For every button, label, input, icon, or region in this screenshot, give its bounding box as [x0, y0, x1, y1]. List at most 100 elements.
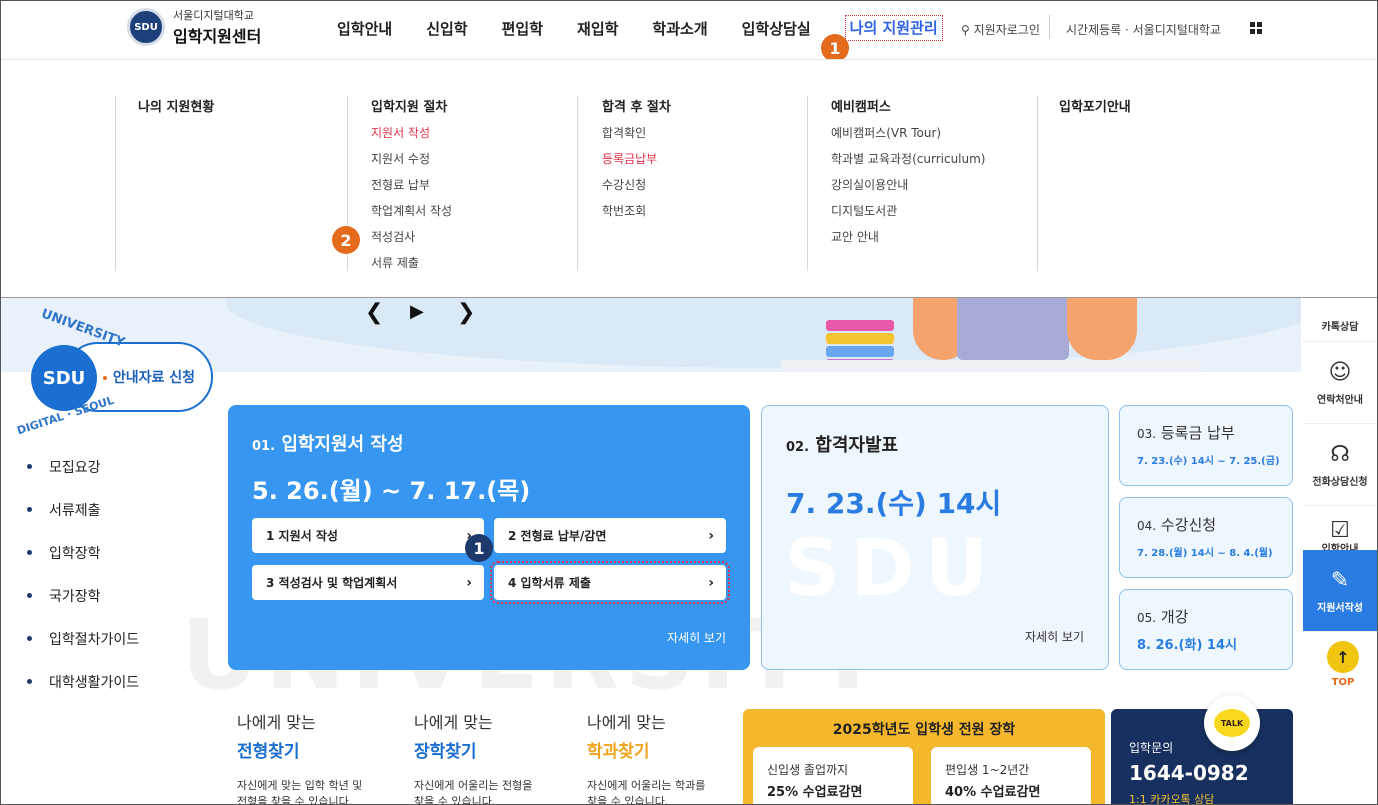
menu-item-aptitude-test[interactable]: 적성검사: [371, 228, 452, 254]
headset-icon: ☊: [1330, 441, 1350, 467]
menu-item-study-plan[interactable]: 학업계획서 작성: [371, 202, 452, 228]
menu-item-student-id[interactable]: 학번조회: [602, 202, 657, 228]
schedule-number: 05.: [1137, 611, 1157, 625]
find-scholarship[interactable]: 나에게 맞는 장학찾기 자신에게 어울리는 전형을 찾을 수 있습니다.: [414, 709, 533, 804]
nav-transfer[interactable]: 편입학: [502, 18, 543, 41]
site-logo[interactable]: SDU 서울디지털대학교 입학지원센터: [127, 7, 261, 47]
chevron-right-icon: ›: [466, 574, 472, 591]
menu-item-submit-documents[interactable]: 서류 제출: [371, 256, 419, 270]
side-menu-guidelines[interactable]: 모집요강: [27, 457, 139, 500]
menu-item-edit-application[interactable]: 지원서 수정: [371, 150, 452, 176]
find-caption: 나에게 맞는: [237, 713, 316, 732]
quick-kakao-consult[interactable]: 카톡상담: [1303, 298, 1377, 342]
util-links[interactable]: 시간제등록 · 서울디지털대학교: [1066, 21, 1221, 38]
schedule-title: 개강: [1160, 608, 1189, 626]
find-title: 장학찾기: [414, 742, 477, 762]
quick-label: 연락처안내: [1317, 394, 1363, 406]
results-date: 7. 23.(수) 14시: [786, 487, 1002, 520]
nav-departments[interactable]: 학과소개: [652, 18, 707, 41]
mega-menu: 나의 지원현황 입학지원 절차 지원서 작성 지원서 수정 전형료 납부 학업계…: [1, 59, 1377, 298]
schedule-date: 8. 26.(화) 14시: [1137, 638, 1237, 653]
write-application-button[interactable]: 1 지원서 작성 ›: [252, 518, 484, 553]
nav-admission-info[interactable]: 입학안내: [337, 18, 392, 41]
aptitude-study-plan-button[interactable]: 3 적성검사 및 학업계획서 ›: [252, 565, 484, 600]
brochure-request-label: 안내자료 신청: [112, 370, 195, 386]
edit-icon: ✎: [1330, 567, 1350, 593]
quick-phone-consult[interactable]: ☊ 전화상담신청: [1303, 424, 1377, 506]
applicant-login-link[interactable]: ⚲ 지원자로그인: [961, 21, 1040, 38]
side-menu-documents[interactable]: 서류제출: [27, 500, 139, 543]
card-title: 입학지원서 작성: [281, 434, 404, 455]
scholarship-banner[interactable]: 2025학년도 입학생 전원 장학 신입생 졸업까지 25% 수업료감면 편입생…: [743, 709, 1105, 804]
find-caption: 나에게 맞는: [414, 713, 493, 732]
card-step-badge: 1: [465, 534, 493, 562]
menu-item-write-application[interactable]: 지원서 작성: [371, 124, 452, 150]
banner-play-icon[interactable]: ▶: [410, 301, 424, 322]
quick-write-application[interactable]: ✎ 지원서작성: [1303, 550, 1377, 632]
page-frame: SDU 서울디지털대학교 입학지원센터 입학안내 신입학 편입학 재입학 학과소…: [0, 0, 1378, 805]
card2-more-link[interactable]: 자세히 보기: [1025, 628, 1084, 645]
nav-consulting[interactable]: 입학상담실: [742, 18, 811, 41]
menu-item-tuition[interactable]: 등록금납부: [602, 150, 657, 176]
scholarship-freshman: 신입생 졸업까지 25% 수업료감면: [753, 747, 913, 804]
menu-item-digital-library[interactable]: 디지털도서관: [831, 202, 985, 228]
schedule-date: 7. 23.(수) 14시 ~ 7. 25.(금): [1137, 456, 1280, 467]
card1-more-link[interactable]: 자세히 보기: [667, 629, 726, 646]
menu-title-status[interactable]: 나의 지원현황: [138, 96, 214, 115]
menu-title-after-pass[interactable]: 합격 후 절차: [602, 96, 671, 115]
divider: [1049, 15, 1050, 39]
contact-kakao: 1:1 카카오톡 상담: [1129, 793, 1215, 805]
button-label: 4 입학서류 제출: [508, 576, 591, 590]
kakao-talk-button[interactable]: TALK: [1204, 695, 1260, 751]
find-desc: 전형을 찾을 수 있습니다.: [237, 795, 353, 805]
schedule-card-course-registration[interactable]: 04. 수강신청 7. 28.(월) 14시 ~ 8. 4.(월): [1119, 497, 1293, 578]
banner-next-icon[interactable]: ❯: [457, 300, 475, 325]
find-caption: 나에게 맞는: [587, 713, 666, 732]
side-menu-process-guide[interactable]: 입학절차가이드: [27, 629, 139, 672]
schedule-card-tuition[interactable]: 03. 등록금 납부 7. 23.(수) 14시 ~ 7. 25.(금): [1119, 405, 1293, 486]
button-label: 3 적성검사 및 학업계획서: [266, 576, 398, 590]
menu-item-course-registration[interactable]: 수강신청: [602, 176, 657, 202]
nav-freshman[interactable]: 신입학: [426, 18, 467, 41]
find-desc: 찾을 수 있습니다.: [587, 795, 669, 805]
contact-label: 입학문의: [1129, 741, 1174, 755]
menu-item-pass-check[interactable]: 합격확인: [602, 124, 657, 150]
submit-documents-button[interactable]: 4 입학서류 제출 ›: [490, 561, 730, 604]
schedule-title: 수강신청: [1160, 516, 1217, 534]
card-number: 01.: [252, 439, 276, 454]
side-menu-admission-scholarship[interactable]: 입학장학: [27, 543, 139, 586]
divider: [577, 96, 578, 271]
menu-title-withdraw[interactable]: 입학포기안내: [1059, 96, 1131, 115]
menu-title-pre-campus[interactable]: 예비캠퍼스: [831, 96, 891, 115]
nav-my-application[interactable]: 나의 지원관리: [844, 15, 943, 41]
menu-title-apply[interactable]: 입학지원 절차: [371, 96, 447, 115]
find-desc: 자신에게 어울리는 전형을: [414, 779, 533, 792]
scroll-top-button[interactable]: ↑ TOP: [1323, 641, 1363, 688]
quick-contact[interactable]: ☺ 연락처안내: [1303, 342, 1377, 424]
seal-sdu-mark: SDU: [31, 345, 97, 411]
side-menu-national-scholarship[interactable]: 국가장학: [27, 586, 139, 629]
schedule-card-semester-start[interactable]: 05. 개강 8. 26.(화) 14시: [1119, 589, 1293, 670]
divider: [1037, 96, 1038, 271]
admission-contact[interactable]: 입학문의 1644-0982 1:1 카카오톡 상담: [1111, 709, 1293, 805]
banner-prev-icon[interactable]: ❮: [365, 300, 383, 325]
fee-payment-button[interactable]: 2 전형료 납부/감면 ›: [494, 518, 726, 553]
menu-item-textbook[interactable]: 교안 안내: [831, 228, 985, 254]
menu-item-curriculum[interactable]: 학과별 교육과정(curriculum): [831, 150, 985, 176]
checklist-icon: ☑: [1330, 518, 1350, 543]
sitemap-grid-icon[interactable]: [1250, 22, 1262, 34]
quick-label: 지원서작성: [1317, 602, 1363, 614]
menu-item-vr-tour[interactable]: 예비캠퍼스(VR Tour): [831, 124, 985, 150]
schedule-number: 03.: [1137, 427, 1157, 441]
quick-menu: 카톡상담 ☺ 연락처안내 ☊ 전화상담신청 ☑ 입학안내 자료신청 ✎ 지원서작…: [1303, 298, 1377, 690]
find-department[interactable]: 나에게 맞는 학과찾기 자신에게 어울리는 학과를 찾을 수 있습니다.: [587, 709, 705, 805]
schedule-number: 04.: [1137, 519, 1157, 533]
main-navigation: 입학안내 신입학 편입학 재입학 학과소개 입학상담실 나의 지원관리: [337, 15, 977, 41]
side-menu-campus-life-guide[interactable]: 대학생활가이드: [27, 672, 139, 715]
nav-readmission[interactable]: 재입학: [577, 18, 618, 41]
menu-item-classroom-guide[interactable]: 강의실이용안내: [831, 176, 985, 202]
scholarship-line: 신입생 졸업까지: [767, 763, 849, 777]
menu-item-fee-payment[interactable]: 전형료 납부: [371, 176, 452, 202]
find-admission-type[interactable]: 나에게 맞는 전형찾기 자신에게 맞는 입학 학년 및 전형을 찾을 수 있습니다…: [237, 709, 362, 805]
user-icon: ⚲: [961, 23, 970, 37]
